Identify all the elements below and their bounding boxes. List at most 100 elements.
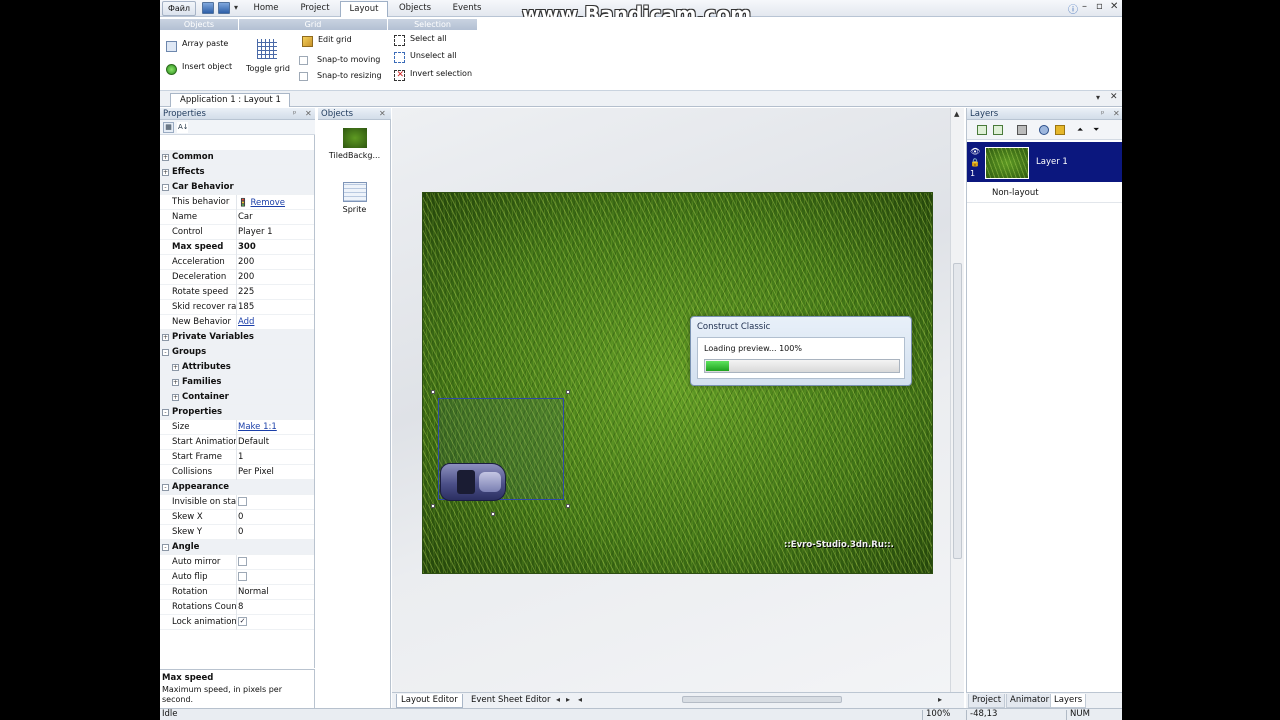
minimize-icon[interactable]: –: [1082, 1, 1087, 12]
property-link[interactable]: Add: [238, 317, 254, 327]
unselect-all-button[interactable]: Unselect all: [410, 51, 457, 60]
layer-lock-icon[interactable]: [1055, 125, 1065, 135]
property-category[interactable]: + Common: [160, 150, 314, 165]
property-value[interactable]: 1: [238, 450, 243, 465]
property-category[interactable]: - Appearance: [160, 480, 314, 495]
property-row[interactable]: Lock animation ✓: [160, 615, 314, 630]
property-row[interactable]: Deceleration 200: [160, 270, 314, 285]
property-row[interactable]: Start Frame 1: [160, 450, 314, 465]
pin-icon[interactable]: ᵖ: [293, 108, 296, 120]
property-value[interactable]: 200: [238, 270, 254, 285]
tab-scroll-left-icon[interactable]: ◂: [556, 695, 560, 704]
restore-icon[interactable]: ▫: [1096, 1, 1103, 12]
property-value[interactable]: 185: [238, 300, 254, 315]
quick-access-dropdown-icon[interactable]: ▾: [234, 3, 238, 12]
expand-icon[interactable]: +: [162, 154, 169, 161]
property-value[interactable]: 0: [238, 510, 243, 525]
tab-objects[interactable]: Objects: [392, 1, 438, 17]
close-layers-icon[interactable]: ✕: [1113, 108, 1120, 120]
sort-alpha-icon[interactable]: A↓: [177, 122, 189, 133]
unchecked-checkbox-icon[interactable]: [238, 497, 247, 506]
property-checkbox[interactable]: [238, 570, 247, 585]
property-row[interactable]: Max speed 300: [160, 240, 314, 255]
property-value[interactable]: Car: [238, 210, 253, 225]
property-category[interactable]: + Effects: [160, 165, 314, 180]
collapse-icon[interactable]: -: [162, 544, 169, 551]
object-item-tiledbackground[interactable]: TiledBackg...: [318, 128, 391, 160]
property-value[interactable]: 200: [238, 255, 254, 270]
categorized-icon[interactable]: ▦: [163, 122, 174, 133]
layout-vertical-scrollbar[interactable]: ▲: [950, 108, 964, 692]
pin-layers-icon[interactable]: ᵖ: [1101, 108, 1104, 120]
property-row[interactable]: Skew Y 0: [160, 525, 314, 540]
invert-selection-button[interactable]: Invert selection: [410, 69, 472, 78]
expand-icon[interactable]: +: [162, 334, 169, 341]
resize-handle[interactable]: [431, 504, 435, 508]
property-category[interactable]: - Angle: [160, 540, 314, 555]
scroll-up-icon[interactable]: ▲: [954, 110, 959, 118]
tab-event-sheet-editor[interactable]: Event Sheet Editor: [467, 694, 554, 708]
delete-layer-icon[interactable]: [1017, 125, 1027, 135]
horizontal-scroll-thumb[interactable]: [682, 696, 842, 703]
property-row[interactable]: Control Player 1: [160, 225, 314, 240]
object-item-sprite[interactable]: Sprite: [318, 182, 391, 214]
property-category[interactable]: + Private Variables: [160, 330, 314, 345]
expand-icon[interactable]: +: [172, 364, 179, 371]
tab-layout-editor[interactable]: Layout Editor: [396, 694, 463, 708]
tab-animator[interactable]: Animator: [1006, 694, 1054, 708]
help-icon[interactable]: ⓘ: [1068, 1, 1078, 16]
unchecked-checkbox-icon[interactable]: [238, 572, 247, 581]
array-paste-button[interactable]: Array paste: [182, 39, 228, 48]
hscroll-left-icon[interactable]: ◂: [578, 695, 582, 704]
property-value[interactable]: 300: [238, 240, 256, 255]
add-layer-icon[interactable]: [977, 125, 987, 135]
tab-project[interactable]: Project: [293, 1, 337, 17]
property-checkbox[interactable]: [238, 495, 247, 510]
save-icon[interactable]: [202, 2, 214, 14]
non-layout-item[interactable]: Non-layout: [992, 188, 1039, 198]
expand-icon[interactable]: +: [172, 394, 179, 401]
property-checkbox[interactable]: [238, 555, 247, 570]
property-category[interactable]: - Car Behavior: [160, 180, 314, 195]
property-row[interactable]: Name Car: [160, 210, 314, 225]
property-checkbox[interactable]: ✓: [238, 615, 247, 630]
close-icon[interactable]: ✕: [1110, 1, 1118, 12]
property-value[interactable]: Default: [238, 435, 269, 450]
collapse-icon[interactable]: -: [162, 349, 169, 356]
insert-object-button[interactable]: Insert object: [182, 62, 232, 71]
property-link[interactable]: Make 1:1: [238, 422, 277, 432]
snap-resizing-checkbox[interactable]: [299, 72, 308, 81]
layer-lock-small-icon[interactable]: 🔒: [970, 157, 980, 168]
property-row[interactable]: Start Animation Default: [160, 435, 314, 450]
property-value[interactable]: Make 1:1: [238, 420, 277, 435]
property-row[interactable]: Invisible on star: [160, 495, 314, 510]
collapse-icon[interactable]: -: [162, 184, 169, 191]
edit-grid-button[interactable]: Edit grid: [318, 35, 352, 44]
property-row[interactable]: New Behavior Add: [160, 315, 314, 330]
close-document-icon[interactable]: ✕: [1110, 92, 1118, 102]
expand-icon[interactable]: +: [162, 169, 169, 176]
property-value[interactable]: Normal: [238, 585, 269, 600]
property-category[interactable]: - Properties: [160, 405, 314, 420]
save-all-icon[interactable]: [218, 2, 230, 14]
property-value[interactable]: 225: [238, 285, 254, 300]
layer-visibility-icon[interactable]: [1039, 125, 1049, 135]
snap-moving-checkbox[interactable]: [299, 56, 308, 65]
tab-layout[interactable]: Layout: [340, 1, 388, 17]
property-row[interactable]: Auto flip: [160, 570, 314, 585]
car-sprite[interactable]: [440, 463, 506, 501]
close-objects-icon[interactable]: ✕: [379, 108, 386, 120]
property-row[interactable]: Acceleration 200: [160, 255, 314, 270]
property-link[interactable]: Remove: [251, 198, 286, 208]
tab-events[interactable]: Events: [444, 1, 490, 17]
unchecked-checkbox-icon[interactable]: [238, 557, 247, 566]
resize-handle[interactable]: [431, 390, 435, 394]
resize-handle[interactable]: [566, 390, 570, 394]
move-layer-down-icon[interactable]: ⏷: [1093, 125, 1103, 135]
select-all-button[interactable]: Select all: [410, 34, 447, 43]
property-category[interactable]: - Groups: [160, 345, 314, 360]
property-value[interactable]: Per Pixel: [238, 465, 274, 480]
property-row[interactable]: This behavior 🚦 Remove: [160, 195, 314, 210]
toggle-grid-button[interactable]: Toggle grid: [246, 64, 290, 73]
property-value[interactable]: 8: [238, 600, 243, 615]
